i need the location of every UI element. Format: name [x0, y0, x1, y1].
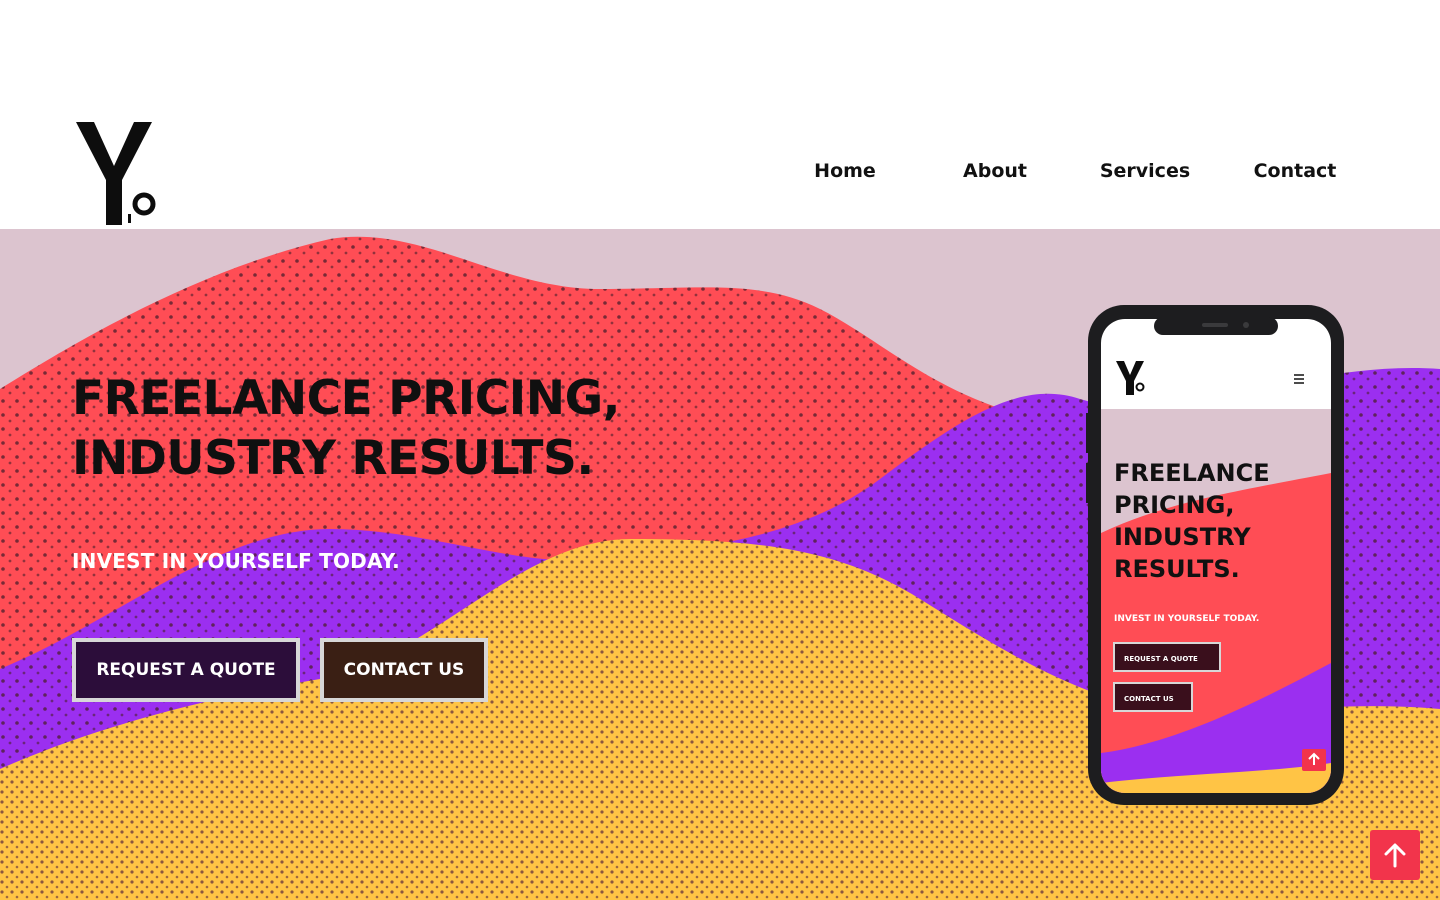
- request-quote-button[interactable]: REQUEST A QUOTE: [72, 638, 300, 702]
- nav-services[interactable]: Services: [1070, 160, 1220, 182]
- site-logo[interactable]: [72, 118, 162, 228]
- phone-mockup: FREELANCE PRICING, INDUSTRY RESULTS. INV…: [1086, 305, 1344, 805]
- site-header: Home About Services Contact: [0, 0, 1440, 229]
- phone-headline-1: FREELANCE: [1114, 459, 1270, 487]
- nav-contact[interactable]: Contact: [1220, 160, 1370, 182]
- main-nav: Home About Services Contact: [770, 160, 1370, 192]
- hero-headline-line2: INDUSTRY RESULTS.: [72, 431, 594, 486]
- phone-contact-button: CONTACT US: [1124, 695, 1174, 703]
- phone-tagline: INVEST IN YOURSELF TODAY.: [1114, 614, 1259, 624]
- nav-about[interactable]: About: [920, 160, 1070, 182]
- phone-headline-3: INDUSTRY: [1114, 523, 1251, 551]
- phone-headline-4: RESULTS.: [1114, 555, 1240, 583]
- hero-section: FREELANCE PRICING, INDUSTRY RESULTS. INV…: [0, 229, 1440, 900]
- contact-us-button[interactable]: CONTACT US: [320, 638, 488, 702]
- hero-tagline: INVEST IN YOURSELF TODAY.: [72, 549, 400, 573]
- hero-headline-line1: FREELANCE PRICING,: [72, 371, 621, 426]
- scroll-to-top-button[interactable]: [1370, 830, 1420, 880]
- phone-quote-button: REQUEST A QUOTE: [1124, 655, 1198, 663]
- hero-headline: FREELANCE PRICING, INDUSTRY RESULTS.: [72, 369, 621, 489]
- nav-home[interactable]: Home: [770, 160, 920, 182]
- phone-headline-2: PRICING,: [1114, 491, 1234, 519]
- arrow-up-icon: [1384, 843, 1406, 868]
